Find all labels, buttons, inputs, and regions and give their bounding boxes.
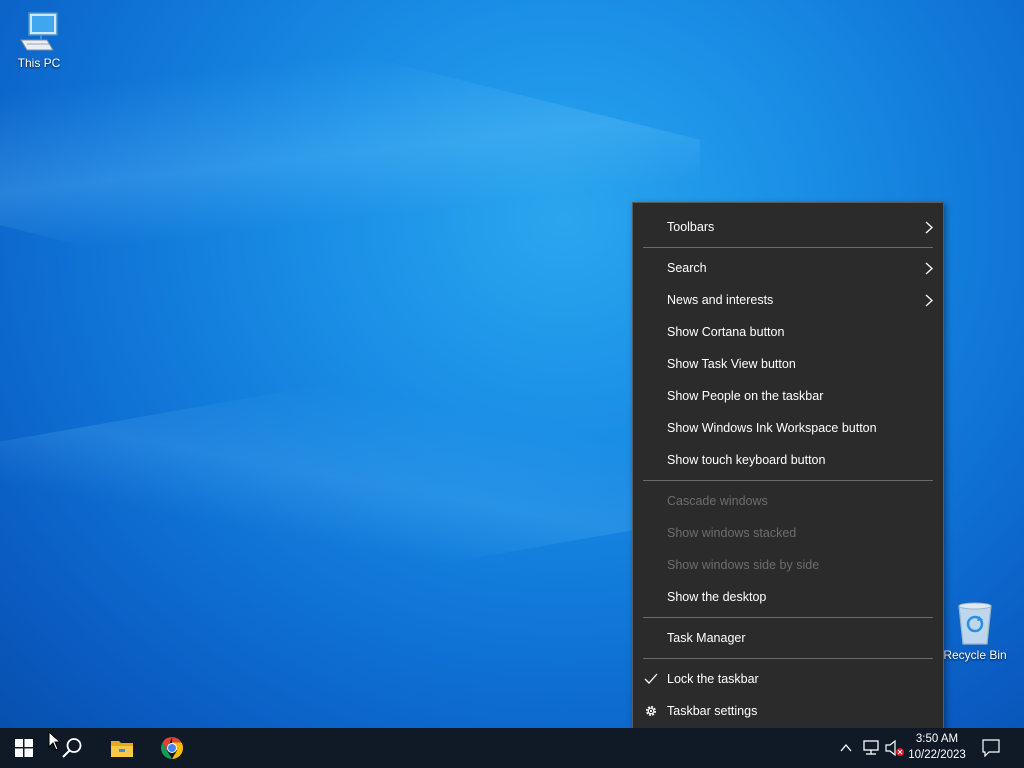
menu-item-label: Cascade windows: [667, 494, 768, 508]
search-icon: [62, 738, 82, 758]
menu-item-label: Show People on the taskbar: [667, 389, 824, 403]
notifications-icon[interactable]: [982, 739, 1000, 757]
taskbar[interactable]: 3:50 AM 10/22/2023: [0, 728, 1024, 768]
menu-item-news-and-interests[interactable]: News and interests: [633, 287, 943, 313]
chrome-icon: [161, 737, 183, 759]
clock-date: 10/22/2023: [908, 749, 966, 761]
menu-item-show-desktop[interactable]: Show the desktop: [633, 584, 943, 610]
menu-item-show-ink-workspace[interactable]: Show Windows Ink Workspace button: [633, 415, 943, 441]
menu-separator: [643, 247, 933, 248]
menu-separator: [643, 617, 933, 618]
menu-item-label: Lock the taskbar: [667, 672, 759, 686]
menu-item-label: Taskbar settings: [667, 704, 758, 718]
menu-item-label: Toolbars: [667, 220, 715, 234]
mouse-cursor-icon: [48, 731, 62, 751]
desktop-icon-recycle-bin[interactable]: Recycle Bin: [937, 600, 1013, 662]
menu-item-taskbar-settings[interactable]: Taskbar settings: [633, 698, 943, 724]
taskbar-file-explorer[interactable]: [98, 728, 146, 768]
gear-icon: [646, 706, 656, 716]
menu-item-show-people[interactable]: Show People on the taskbar: [633, 383, 943, 409]
desktop-icon-label: Recycle Bin: [943, 648, 1007, 662]
desktop-icon-this-pc[interactable]: This PC: [1, 10, 77, 70]
start-button[interactable]: [0, 728, 48, 768]
menu-item-label: Show touch keyboard button: [667, 453, 826, 467]
menu-item-search[interactable]: Search: [633, 255, 943, 281]
taskbar-clock[interactable]: 3:50 AM 10/22/2023: [906, 731, 968, 763]
folder-icon: [111, 741, 133, 757]
chevron-right-icon: [925, 294, 933, 307]
chevron-up-icon[interactable]: [840, 743, 852, 753]
menu-item-label: News and interests: [667, 293, 774, 307]
taskbar-chrome[interactable]: [148, 728, 196, 768]
menu-item-show-task-view[interactable]: Show Task View button: [633, 351, 943, 377]
chevron-right-icon: [925, 221, 933, 234]
recycle-bin-icon: [958, 602, 992, 645]
menu-item-cascade-windows: Cascade windows: [633, 488, 943, 514]
menu-item-lock-taskbar[interactable]: Lock the taskbar: [633, 666, 943, 692]
menu-item-label: Show Cortana button: [667, 325, 785, 339]
menu-item-show-windows-stacked: Show windows stacked: [633, 520, 943, 546]
menu-separator: [643, 658, 933, 659]
menu-item-show-cortana[interactable]: Show Cortana button: [633, 319, 943, 345]
menu-item-label: Task Manager: [667, 631, 746, 645]
menu-item-label: Show the desktop: [667, 590, 767, 604]
volume-muted-icon[interactable]: [885, 740, 905, 756]
menu-item-toolbars[interactable]: Toolbars: [633, 214, 943, 240]
network-icon[interactable]: [862, 740, 880, 756]
menu-item-label: Show Task View button: [667, 357, 796, 371]
wallpaper-light-beam: [0, 318, 700, 642]
clock-time: 3:50 AM: [915, 733, 959, 745]
desktop-icon-label: This PC: [17, 56, 61, 70]
menu-item-label: Show windows side by side: [667, 558, 820, 572]
windows-logo-icon: [15, 739, 33, 757]
menu-item-task-manager[interactable]: Task Manager: [633, 625, 943, 651]
checkmark-icon: [644, 673, 658, 684]
menu-item-label: Show Windows Ink Workspace button: [667, 421, 877, 435]
menu-item-show-windows-side-by-side: Show windows side by side: [633, 552, 943, 578]
computer-icon: [20, 12, 58, 51]
chevron-right-icon: [925, 262, 933, 275]
menu-separator: [643, 480, 933, 481]
taskbar-context-menu: Toolbars Search News and interests Show …: [632, 202, 944, 734]
menu-item-label: Search: [667, 261, 707, 275]
menu-item-show-touch-keyboard[interactable]: Show touch keyboard button: [633, 447, 943, 473]
menu-item-label: Show windows stacked: [667, 526, 797, 540]
